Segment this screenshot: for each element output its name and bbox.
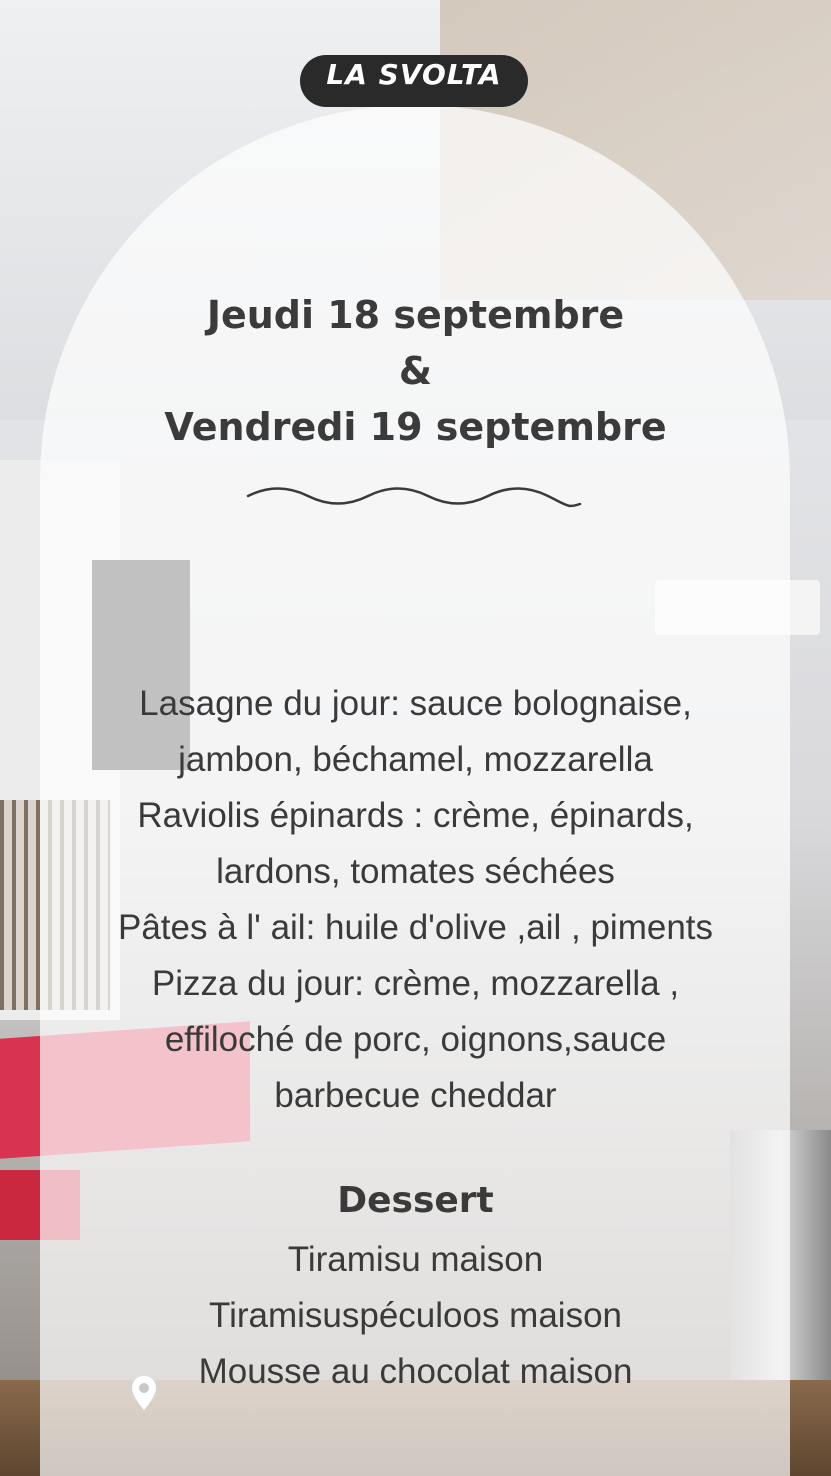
menu-line: Raviolis épinards : crème, épinards, xyxy=(137,796,694,835)
menu-line: lardons, tomates séchées xyxy=(216,852,615,891)
menu-line: barbecue cheddar xyxy=(274,1076,557,1115)
date-connector: & xyxy=(398,349,433,393)
menu-line: Pizza du jour: crème, mozzarella , xyxy=(151,964,680,1003)
date-line-2: Vendredi 19 septembre xyxy=(164,405,667,449)
menu-line: jambon, béchamel, mozzarella xyxy=(178,740,653,779)
menu-list: Lasagne du jour: sauce bolognaise, jambo… xyxy=(0,676,831,1124)
date-line-1: Jeudi 18 septembre xyxy=(206,293,625,337)
menu-line: Lasagne du jour: sauce bolognaise, xyxy=(139,684,692,723)
dessert-list: Tiramisu maison Tiramisuspéculoos maison… xyxy=(0,1232,831,1400)
dessert-item: Tiramisu maison xyxy=(287,1240,544,1279)
dates-heading: Jeudi 18 septembre & Vendredi 19 septemb… xyxy=(0,287,831,455)
dessert-item: Tiramisuspéculoos maison xyxy=(208,1296,623,1335)
location-pin-icon[interactable] xyxy=(131,1375,157,1411)
menu-line: effiloché de porc, oignons,sauce xyxy=(164,1020,667,1059)
dessert-item: Mousse au chocolat maison xyxy=(198,1352,633,1391)
menu-line: Pâtes à l' ail: huile d'olive ,ail , pim… xyxy=(117,908,714,947)
brand-name: LA SVOLTA xyxy=(326,57,502,91)
dessert-title: Dessert xyxy=(337,1180,494,1221)
brand-badge: LA SVOLTA xyxy=(300,55,528,107)
wavy-line-icon xyxy=(246,487,582,508)
